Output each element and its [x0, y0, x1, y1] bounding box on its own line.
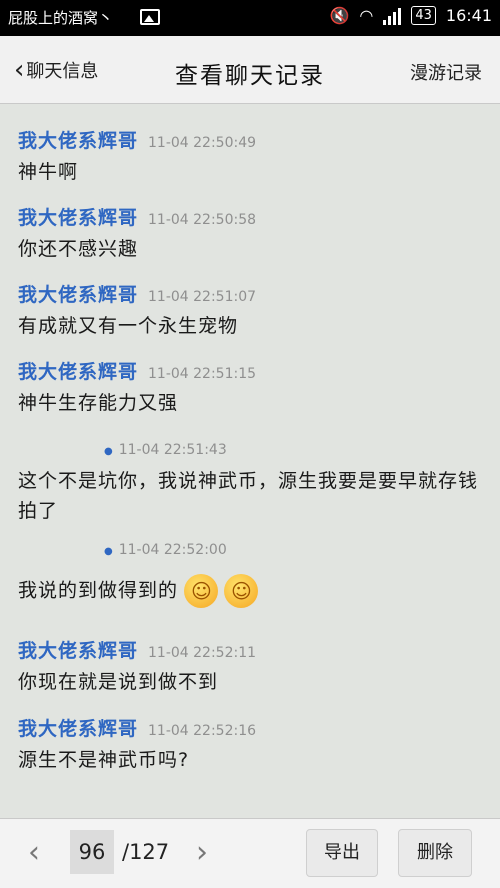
- message-sender[interactable]: 我大佬系辉哥: [18, 357, 138, 384]
- message-sender[interactable]: 我大佬系辉哥: [18, 636, 138, 663]
- pagination-bar: ‹ 96 /127 › 导出 删除: [0, 818, 500, 888]
- message-sender[interactable]: 我大佬系辉哥: [18, 126, 138, 153]
- message-item: 我大佬系辉哥 11-04 22:52:16 源生不是神武币吗?: [18, 714, 484, 775]
- battery-indicator: 43: [411, 6, 436, 25]
- message-item-self: ● 11-04 22:51:43 这个不是坑你，我说神武币，源生我要是要早就存钱拍…: [18, 442, 484, 526]
- previous-page-icon[interactable]: ‹: [28, 835, 40, 870]
- clock: 16:41: [445, 6, 492, 25]
- message-time: 11-04 22:52:11: [148, 645, 257, 661]
- message-time: 11-04 22:51:15: [148, 366, 257, 382]
- total-pages: /127: [122, 840, 170, 864]
- message-text: 你现在就是说到做不到: [18, 671, 219, 693]
- message-item: 我大佬系辉哥 11-04 22:50:58 你还不感兴趣: [18, 203, 484, 264]
- message-text: 这个不是坑你，我说神武币，源生我要是要早就存钱拍了: [18, 470, 479, 522]
- message-time: 11-04 22:50:58: [148, 212, 257, 228]
- signal-icon: [383, 7, 402, 25]
- image-notification-icon: [140, 9, 160, 25]
- message-item: 我大佬系辉哥 11-04 22:50:49 神牛啊: [18, 126, 484, 187]
- message-item: 我大佬系辉哥 11-04 22:52:11 你现在就是说到做不到: [18, 636, 484, 697]
- message-time: 11-04 22:52:00: [118, 542, 227, 558]
- kiss-emoji-icon: [184, 574, 219, 608]
- message-text: 源生不是神武币吗?: [18, 749, 190, 771]
- next-page-icon[interactable]: ›: [196, 835, 208, 870]
- message-item: 我大佬系辉哥 11-04 22:51:15 神牛生存能力又强: [18, 357, 484, 418]
- notification-text: 屁股上的酒窝丶: [8, 9, 114, 27]
- message-list[interactable]: 我大佬系辉哥 11-04 22:50:49 神牛啊 我大佬系辉哥 11-04 2…: [0, 104, 500, 818]
- message-item: 我大佬系辉哥 11-04 22:51:07 有成就又有一个永生宠物: [18, 280, 484, 341]
- message-time: 11-04 22:51:43: [118, 442, 227, 458]
- message-sender[interactable]: 我大佬系辉哥: [18, 714, 138, 741]
- roam-records-button[interactable]: 漫游记录: [410, 59, 482, 85]
- message-text-with-emoji: 我说的到做得到的: [18, 574, 484, 608]
- message-text: 神牛啊: [18, 161, 79, 183]
- message-time: 11-04 22:52:16: [148, 723, 257, 739]
- message-time: 11-04 22:50:49: [148, 135, 257, 151]
- message-text: 你还不感兴趣: [18, 238, 139, 260]
- message-item-self: ● 11-04 22:52:00 我说的到做得到的: [18, 542, 484, 608]
- message-text: 神牛生存能力又强: [18, 392, 179, 414]
- dot-icon: ●: [104, 546, 113, 557]
- title-bar: ‹ 聊天信息 查看聊天记录 漫游记录: [0, 36, 500, 104]
- status-bar: 屁股上的酒窝丶 🔇 ◠ 43 16:41: [0, 0, 500, 36]
- kiss-emoji-icon: [224, 574, 259, 608]
- current-page-input[interactable]: 96: [70, 830, 114, 874]
- message-sender[interactable]: 我大佬系辉哥: [18, 280, 138, 307]
- message-time: 11-04 22:51:07: [148, 289, 257, 305]
- export-button[interactable]: 导出: [306, 829, 378, 877]
- delete-button[interactable]: 删除: [398, 829, 472, 877]
- message-text: 我说的到做得到的: [18, 579, 179, 602]
- message-text: 有成就又有一个永生宠物: [18, 315, 239, 337]
- mute-icon: 🔇: [329, 6, 350, 25]
- message-sender[interactable]: 我大佬系辉哥: [18, 203, 138, 230]
- dot-icon: ●: [104, 446, 113, 457]
- wifi-icon: ◠: [359, 6, 374, 25]
